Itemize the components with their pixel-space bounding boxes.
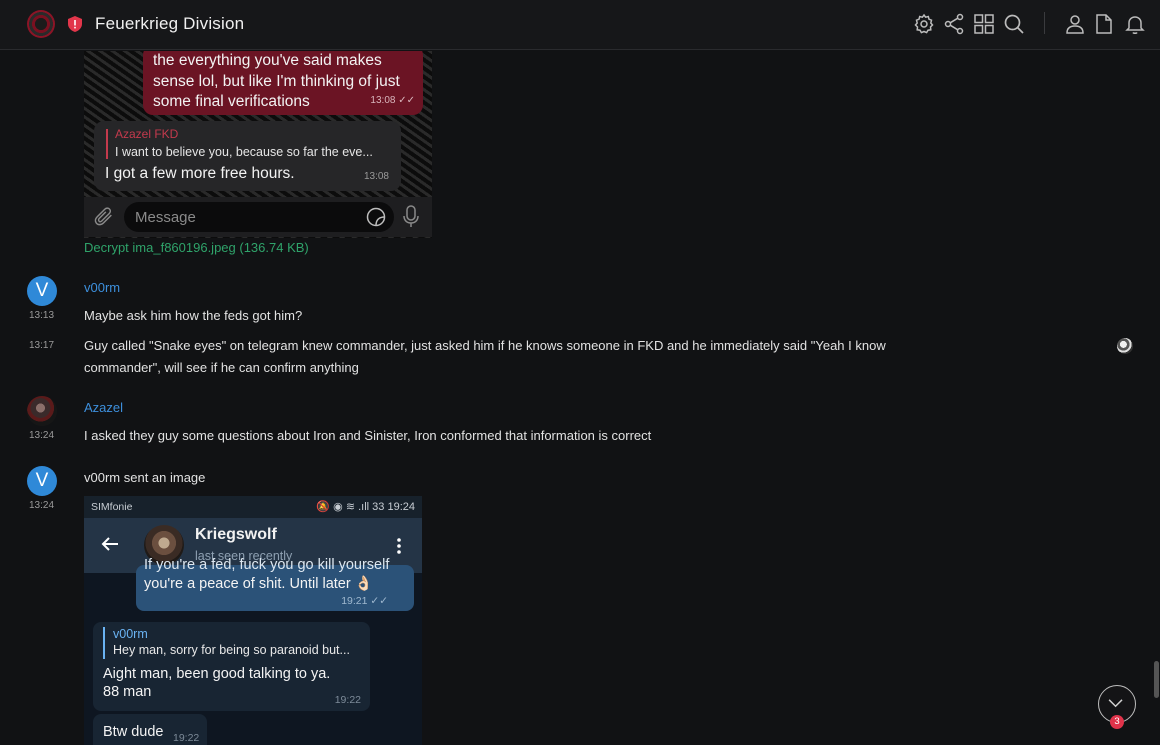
own-message-bubble: the everything you've said makes sense l… <box>143 51 423 115</box>
paperclip-icon <box>94 207 112 226</box>
message-timestamp: 13:17 <box>29 340 55 351</box>
grid-icon[interactable] <box>972 12 996 36</box>
outgoing-bubble: If you're a fed, fuck you go kill yourse… <box>136 557 414 611</box>
incoming-time: 19:22 <box>334 694 361 706</box>
bell-icon[interactable] <box>1123 12 1147 36</box>
outgoing-time: 19:21 ✓✓ <box>341 595 388 607</box>
message-text: Guy called "Snake eyes" on telegram knew… <box>84 338 886 375</box>
image-attachment[interactable]: SIMfonie 🔕 ◉ ≋ .ıll 33 19:24 Kriegswolf … <box>84 496 422 745</box>
reply-bar <box>103 627 105 659</box>
avatar[interactable]: V <box>27 276 57 306</box>
sticker-icon <box>366 207 386 227</box>
incoming-bubble: v00rm Hey man, sorry for being so parano… <box>93 622 370 711</box>
own-message-text: the everything you've said makes sense l… <box>153 52 400 110</box>
sender-name[interactable]: v00rm <box>84 280 120 295</box>
incoming-text-2: Btw dude <box>103 724 164 740</box>
message-timeline[interactable]: the everything you've said makes sense l… <box>0 51 1160 745</box>
shield-alert-icon <box>68 16 82 32</box>
unread-count-badge: 3 <box>1110 715 1124 729</box>
room-title: Feuerkrieg Division <box>95 14 245 33</box>
reply-text: I want to believe you, because so far th… <box>115 145 373 159</box>
phone-clock: 19:24 <box>387 501 415 513</box>
search-icon[interactable] <box>1002 12 1026 36</box>
reply-bar <box>106 129 108 159</box>
own-message-time: 13:08 ✓✓ <box>370 94 415 106</box>
reply-name: Azazel FKD <box>115 127 179 141</box>
toolbar-divider <box>1044 12 1045 34</box>
reply-name: v00rm <box>113 627 148 641</box>
file-icon[interactable] <box>1092 12 1116 36</box>
message-timestamp: 13:13 <box>29 310 55 321</box>
message-text: I asked they guy some questions about Ir… <box>84 428 652 443</box>
room-avatar[interactable] <box>27 10 55 38</box>
message-text: Maybe ask him how the feds got him? <box>84 308 303 323</box>
message-timestamp: 13:24 <box>29 430 55 441</box>
decrypt-image-link[interactable]: Decrypt ima_f860196.jpeg (136.74 KB) <box>84 240 309 255</box>
room-header: Feuerkrieg Division <box>0 0 1160 50</box>
message-timestamp: 13:24 <box>29 500 55 511</box>
image-notice-text: v00rm sent an image <box>84 470 206 485</box>
incoming-bubble-2: Btw dude 19:22 <box>93 714 207 745</box>
battery-level: 33 <box>372 501 385 513</box>
contact-name: Kriegswolf <box>195 526 277 543</box>
incoming-message-time: 13:08 <box>363 171 389 182</box>
reaction-avatar[interactable] <box>1117 338 1133 354</box>
avatar[interactable]: V <box>27 466 57 496</box>
share-icon[interactable] <box>942 12 966 36</box>
carrier-label: SIMfonie <box>91 501 133 513</box>
incoming-message-text: I got a few more free hours. <box>105 165 295 182</box>
chat-body: If you're a fed, fuck you go kill yourse… <box>84 557 422 745</box>
message-input <box>124 202 394 232</box>
scrollbar-thumb[interactable] <box>1154 661 1159 698</box>
incoming-message-bubble: Azazel FKD I want to believe you, becaus… <box>94 121 401 191</box>
phone-status-bar: SIMfonie 🔕 ◉ ≋ .ıll 33 19:24 <box>84 496 422 518</box>
reply-text: Hey man, sorry for being so paranoid but… <box>113 643 350 657</box>
sender-name[interactable]: Azazel <box>84 400 123 415</box>
microphone-icon <box>403 205 419 227</box>
avatar[interactable] <box>27 396 57 426</box>
incoming-time-2: 19:22 <box>173 732 200 744</box>
outgoing-text: you're a peace of shit. Until later 👌🏻 <box>144 576 373 592</box>
user-icon[interactable] <box>1063 12 1087 36</box>
outgoing-text-partial: If you're a fed, fuck you go kill yourse… <box>144 557 390 573</box>
settings-icon[interactable] <box>912 12 936 36</box>
incoming-text: Aight man, been good talking to ya. 88 m… <box>103 666 331 700</box>
more-vertical-icon <box>397 538 401 554</box>
back-arrow-icon <box>101 537 118 551</box>
status-icons: 🔕 ◉ ≋ .ıll 33 19:24 <box>316 501 415 513</box>
composer-bar <box>84 197 432 237</box>
